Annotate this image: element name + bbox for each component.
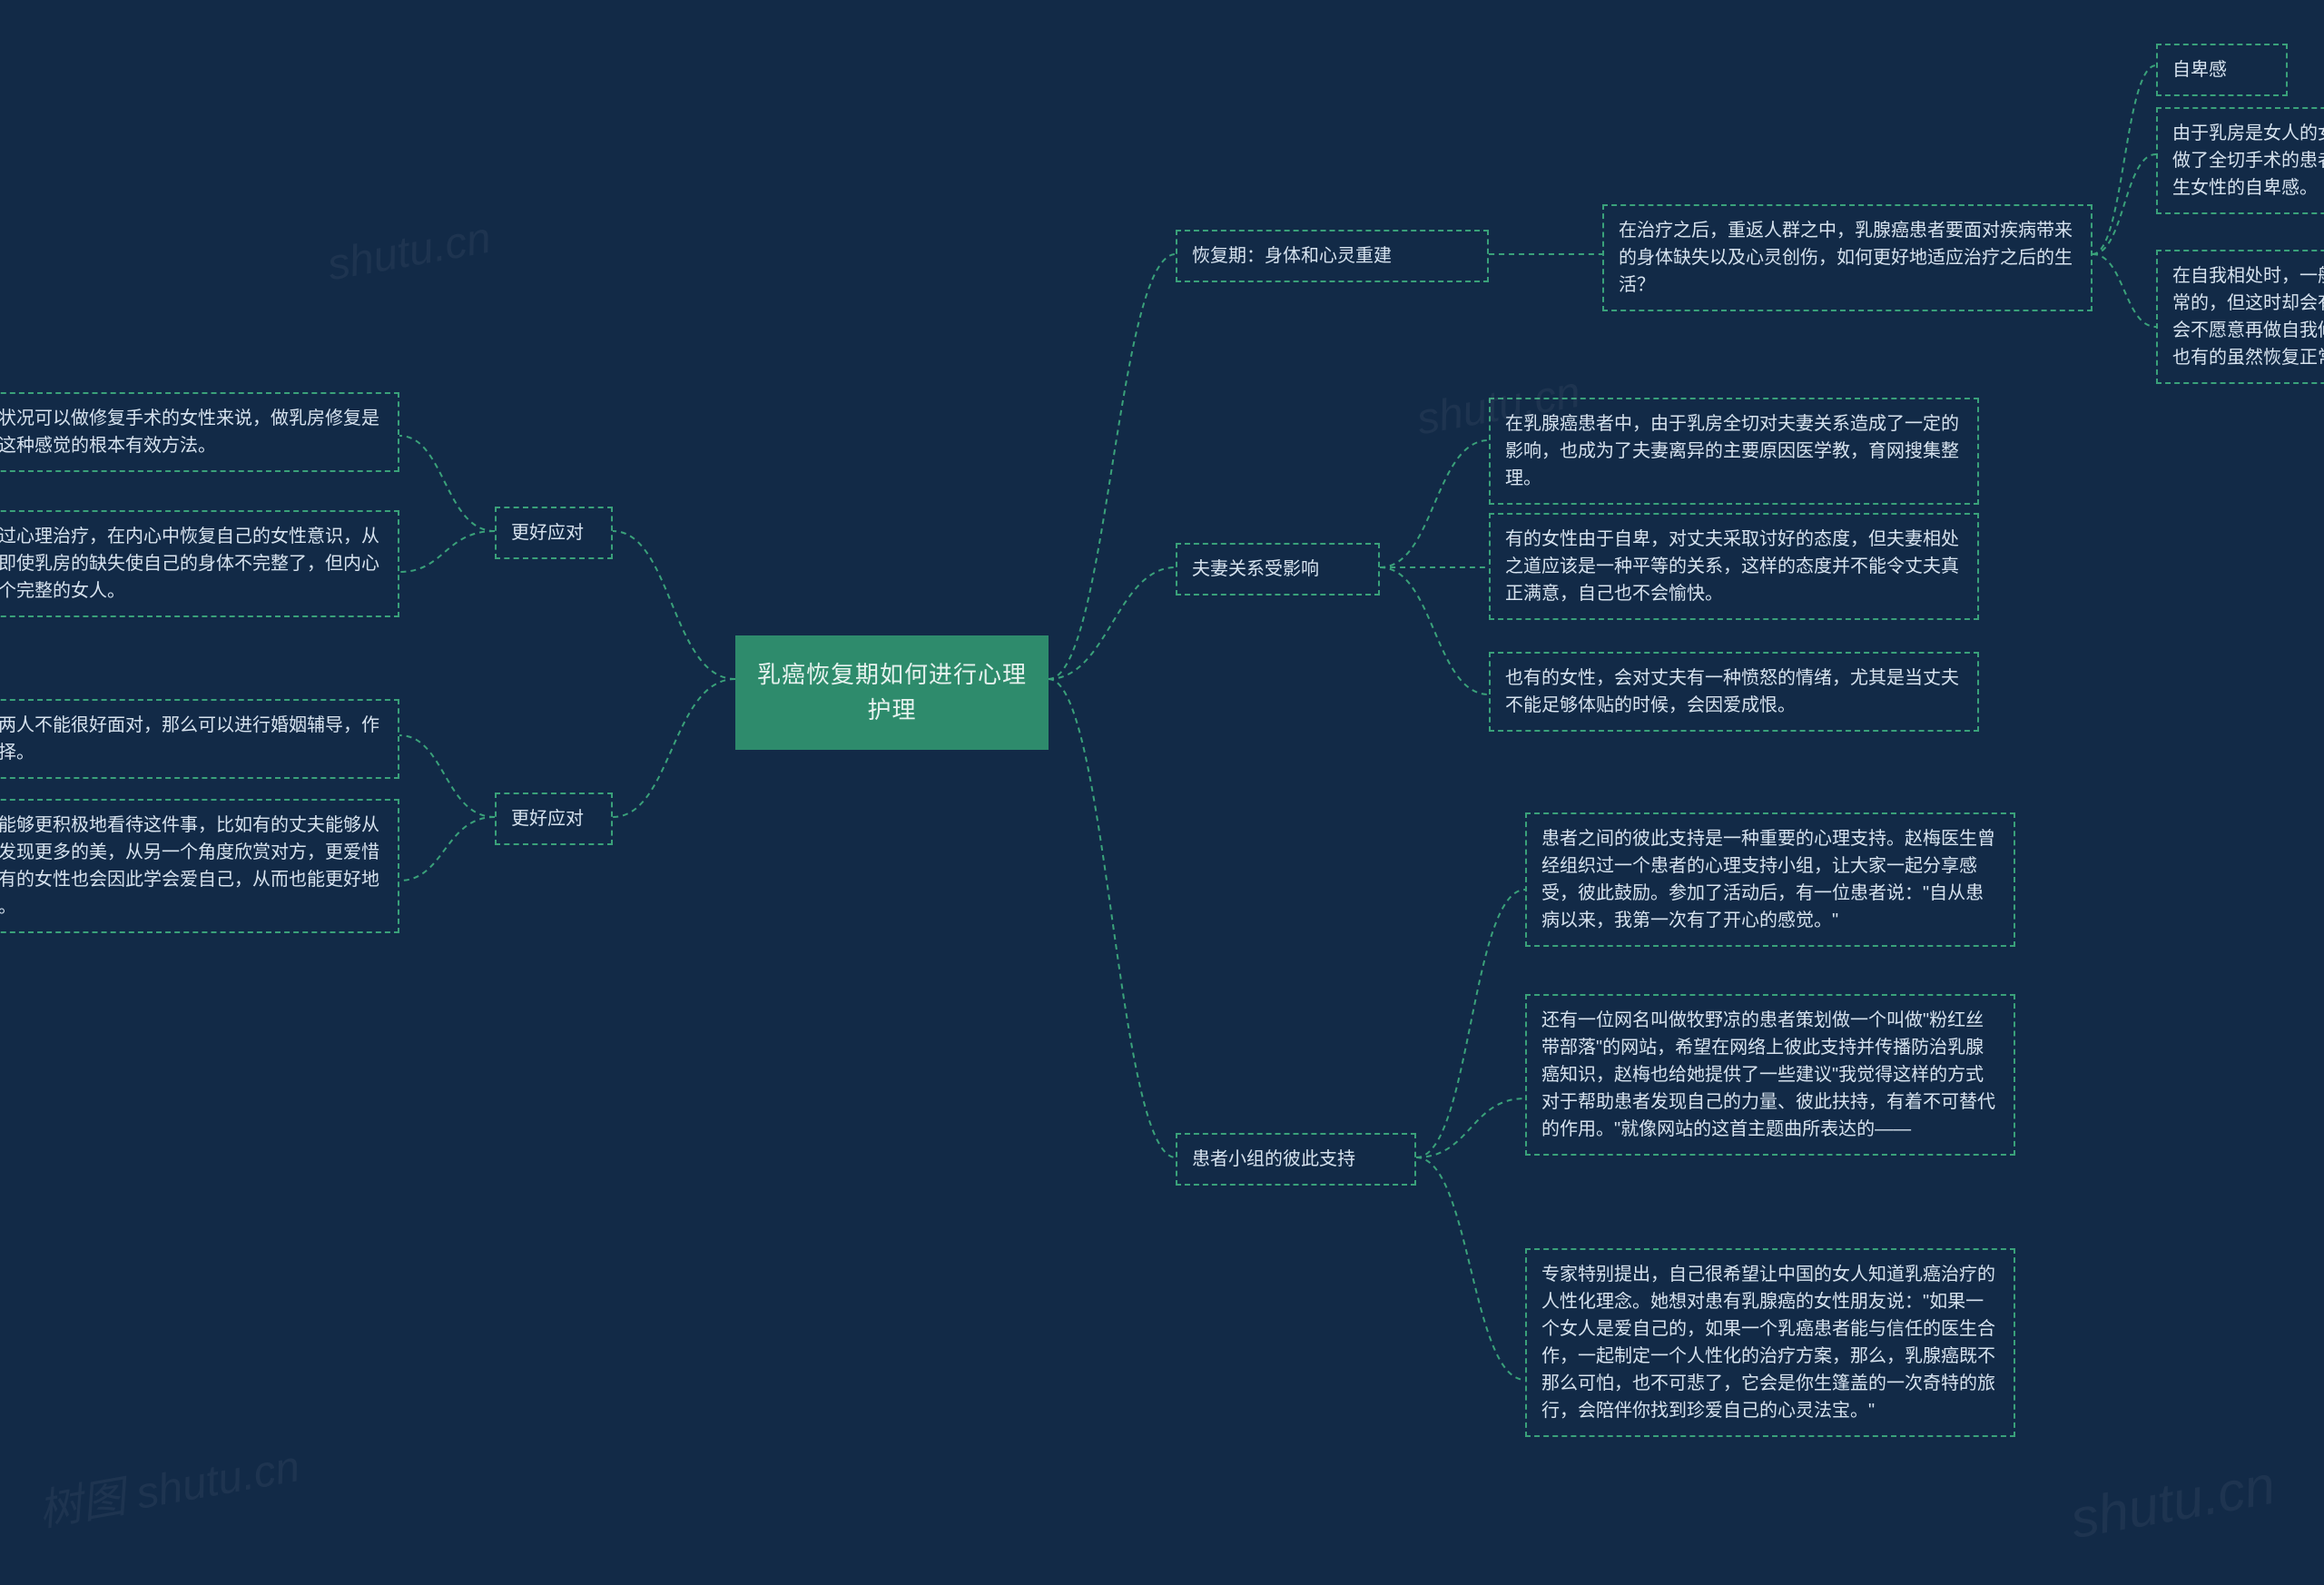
node-recovery-label: 恢复期：身体和心灵重建 <box>1192 246 1392 266</box>
group-sub1-text: 患者之间的彼此支持是一种重要的心理支持。赵梅医生曾经组织过一个患者的心理支持小组… <box>1541 829 1995 930</box>
watermark: shutu.cn <box>2066 1453 2280 1551</box>
recovery-sub1-text: 自卑感 <box>2172 60 2227 80</box>
node-cope1-label: 更好应对 <box>511 523 584 543</box>
node-recovery-sub1[interactable]: 自卑感 <box>2156 44 2288 96</box>
recovery-sub3-text: 在自我相处时，一般女性本来会有一种自恋状态，这是正常的，但这时却会有一种形体上残… <box>2172 266 2324 368</box>
recovery-sub2-text: 由于乳房是女人的女性特征，因此患病之后，尤其是那些做了全切手术的患者，会感觉女性… <box>2172 123 2324 198</box>
group-sub2-text: 还有一位网名叫做牧野凉的患者策划做一个叫做"粉红丝带部落"的网站，希望在网络上彼… <box>1541 1010 1995 1139</box>
root-node[interactable]: 乳癌恢复期如何进行心理护理 <box>735 635 1049 750</box>
couple-sub2-text: 有的女性由于自卑，对丈夫采取讨好的态度，但夫妻相处之道应该是一种平等的关系，这样… <box>1505 529 1959 604</box>
couple-sub1-text: 在乳腺癌患者中，由于乳房全切对夫妻关系造成了一定的影响，也成为了夫妻离异的主要原… <box>1505 414 1959 488</box>
node-group-sub1[interactable]: 患者之间的彼此支持是一种重要的心理支持。赵梅医生曾经组织过一个患者的心理支持小组… <box>1525 812 2015 947</box>
watermark-text: shutu.cn <box>324 214 495 290</box>
node-cope1-sub1[interactable]: 对于身体状况可以做修复手术的女性来说，做乳房修复是彻底改变这种感觉的根本有效方法… <box>0 392 399 472</box>
node-couple-sub1[interactable]: 在乳腺癌患者中，由于乳房全切对夫妻关系造成了一定的影响，也成为了夫妻离异的主要原… <box>1489 398 1979 505</box>
node-group-sub3[interactable]: 专家特别提出，自己很希望让中国的女人知道乳癌治疗的人性化理念。她想对患有乳腺癌的… <box>1525 1248 2015 1437</box>
root-title: 乳癌恢复期如何进行心理护理 <box>757 661 1027 724</box>
node-cope2[interactable]: 更好应对 <box>495 792 613 845</box>
node-cope1[interactable]: 更好应对 <box>495 507 613 559</box>
node-cope2-sub1[interactable]: 如果夫妻两人不能很好面对，那么可以进行婚姻辅导，作为一种选择。 <box>0 699 399 779</box>
watermark: shutu.cn <box>324 213 495 291</box>
cope2-sub1-text: 如果夫妻两人不能很好面对，那么可以进行婚姻辅导，作为一种选择。 <box>0 715 379 763</box>
node-couple[interactable]: 夫妻关系受影响 <box>1176 543 1380 596</box>
watermark-text: shutu.cn <box>2066 1454 2280 1550</box>
node-group-label: 患者小组的彼此支持 <box>1192 1149 1355 1169</box>
node-cope1-sub2[interactable]: 还可以通过心理治疗，在内心中恢复自己的女性意识，从而认识到即使乳房的缺失使自己的… <box>0 510 399 617</box>
node-couple-label: 夫妻关系受影响 <box>1192 559 1319 579</box>
recovery-desc-text: 在治疗之后，重返人群之中，乳腺癌患者要面对疾病带来的身体缺失以及心灵创伤，如何更… <box>1619 221 2073 295</box>
cope1-sub1-text: 对于身体状况可以做修复手术的女性来说，做乳房修复是彻底改变这种感觉的根本有效方法… <box>0 409 379 456</box>
node-couple-sub2[interactable]: 有的女性由于自卑，对丈夫采取讨好的态度，但夫妻相处之道应该是一种平等的关系，这样… <box>1489 513 1979 620</box>
watermark-text: 树图 shutu.cn <box>35 1442 304 1536</box>
cope1-sub2-text: 还可以通过心理治疗，在内心中恢复自己的女性意识，从而认识到即使乳房的缺失使自己的… <box>0 527 379 601</box>
cope2-sub2-text: 有的夫妻能够更积极地看待这件事，比如有的丈夫能够从妻子身上发现更多的美，从另一个… <box>0 815 379 917</box>
group-sub3-text: 专家特别提出，自己很希望让中国的女人知道乳癌治疗的人性化理念。她想对患有乳腺癌的… <box>1541 1265 1995 1421</box>
node-group-sub2[interactable]: 还有一位网名叫做牧野凉的患者策划做一个叫做"粉红丝带部落"的网站，希望在网络上彼… <box>1525 994 2015 1156</box>
watermark: 树图 shutu.cn <box>33 1430 304 1538</box>
node-group[interactable]: 患者小组的彼此支持 <box>1176 1133 1416 1186</box>
couple-sub3-text: 也有的女性，会对丈夫有一种愤怒的情绪，尤其是当丈夫不能足够体贴的时候，会因爱成恨… <box>1505 668 1959 715</box>
node-couple-sub3[interactable]: 也有的女性，会对丈夫有一种愤怒的情绪，尤其是当丈夫不能足够体贴的时候，会因爱成恨… <box>1489 652 1979 732</box>
node-recovery-sub3[interactable]: 在自我相处时，一般女性本来会有一种自恋状态，这是正常的，但这时却会有一种形体上残… <box>2156 250 2324 384</box>
node-recovery[interactable]: 恢复期：身体和心灵重建 <box>1176 230 1489 282</box>
node-recovery-desc[interactable]: 在治疗之后，重返人群之中，乳腺癌患者要面对疾病带来的身体缺失以及心灵创伤，如何更… <box>1602 204 2093 311</box>
node-cope2-sub2[interactable]: 有的夫妻能够更积极地看待这件事，比如有的丈夫能够从妻子身上发现更多的美，从另一个… <box>0 799 399 933</box>
node-cope2-label: 更好应对 <box>511 809 584 829</box>
node-recovery-sub2[interactable]: 由于乳房是女人的女性特征，因此患病之后，尤其是那些做了全切手术的患者，会感觉女性… <box>2156 107 2324 214</box>
